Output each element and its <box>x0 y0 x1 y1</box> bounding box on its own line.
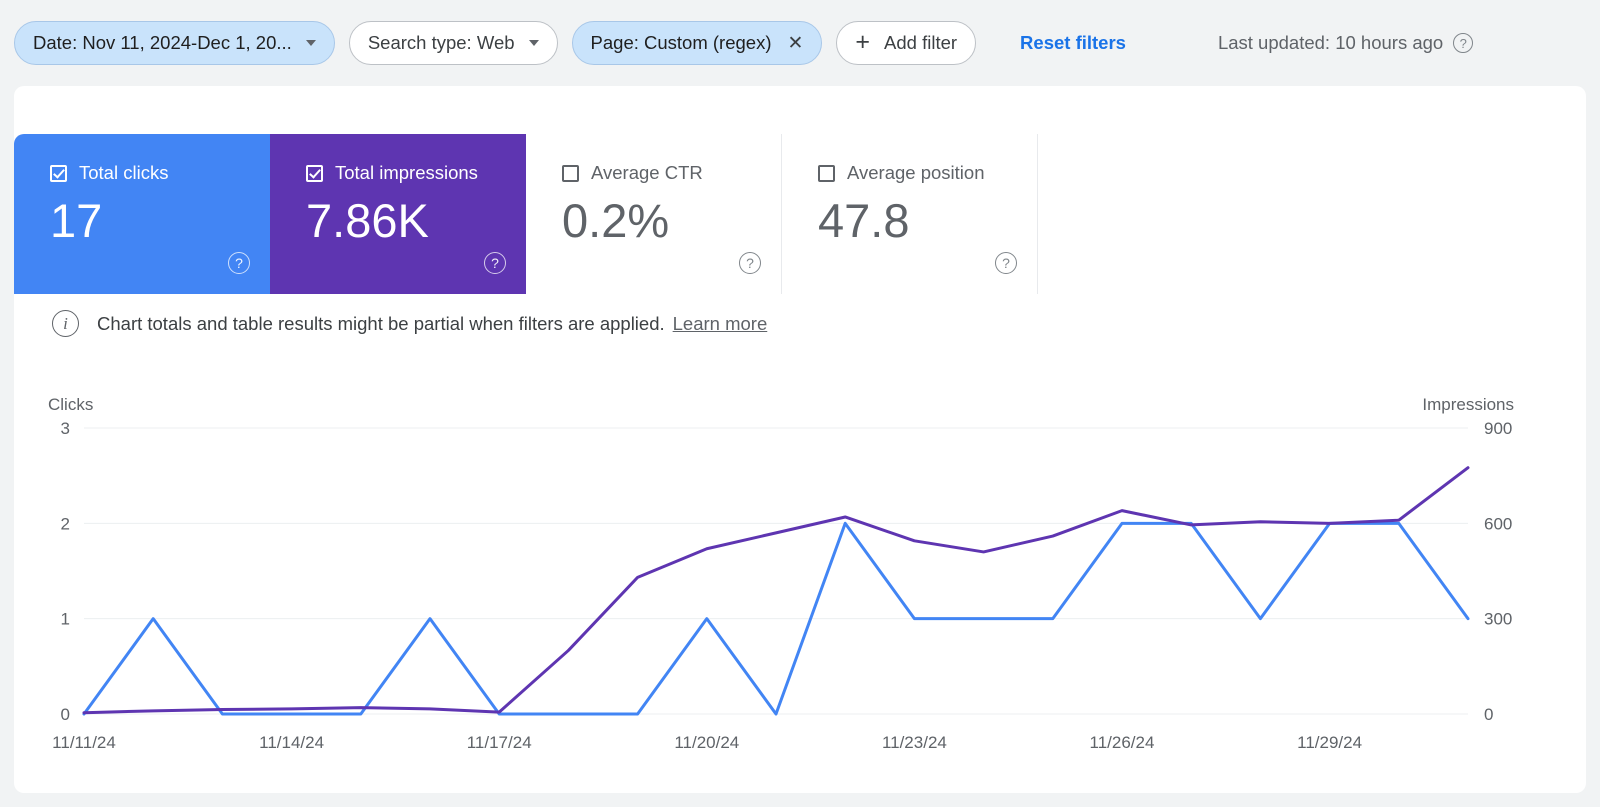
metric-card-total-clicks-head: Total clicks <box>50 162 270 183</box>
metric-cards: Total clicks 17 ? Total impressions 7.86… <box>14 134 1038 294</box>
last-updated: Last updated: 10 hours ago ? <box>1217 32 1474 54</box>
help-circle-icon[interactable]: ? <box>995 252 1017 274</box>
reset-filters-link[interactable]: Reset filters <box>1020 32 1126 54</box>
x-axis-tick-label: 11/20/24 <box>674 733 739 752</box>
performance-chart: Clicks Impressions 0 0 1 300 2 600 3 900 11/11/24 1… <box>14 386 1586 786</box>
filter-chip-search-type[interactable]: Search type: Web <box>348 21 558 65</box>
left-axis-tick-label: 0 <box>61 705 70 724</box>
search-console-performance-page: Date: Nov 11, 2024-Dec 1, 20... Search t… <box>0 0 1600 807</box>
x-axis-tick-label: 11/26/24 <box>1090 733 1155 752</box>
metric-card-average-position-value: 47.8 <box>818 193 910 247</box>
help-circle-icon[interactable]: ? <box>228 252 250 274</box>
x-axis-tick-label: 11/23/24 <box>882 733 947 752</box>
metric-card-total-impressions-label: Total impressions <box>335 162 478 183</box>
metric-card-average-ctr-head: Average CTR <box>562 162 781 183</box>
metric-card-average-ctr-label: Average CTR <box>591 162 703 183</box>
close-icon[interactable]: ✕ <box>788 34 804 53</box>
metric-card-total-impressions[interactable]: Total impressions 7.86K ? <box>270 134 526 294</box>
chevron-down-icon <box>528 40 539 46</box>
performance-card: Total clicks 17 ? Total impressions 7.86… <box>14 86 1586 793</box>
metric-card-total-clicks[interactable]: Total clicks 17 ? <box>14 134 270 294</box>
last-updated-label: Last updated: 10 hours ago <box>1217 32 1444 53</box>
filter-chip-search-type-label: Search type: Web <box>367 31 515 53</box>
right-axis-tick-label: 600 <box>1484 514 1512 533</box>
filter-chip-page-label: Page: Custom (regex) <box>590 31 772 53</box>
metric-card-average-ctr-value: 0.2% <box>562 193 670 247</box>
metric-card-total-impressions-value: 7.86K <box>306 193 429 247</box>
filter-chip-date-label: Date: Nov 11, 2024-Dec 1, 20... <box>33 31 292 53</box>
x-axis-tick-label: 11/14/24 <box>259 733 324 752</box>
x-axis-tick-label: 11/17/24 <box>467 733 532 752</box>
metric-card-average-position-head: Average position <box>818 162 1037 183</box>
checkbox-checked-icon[interactable] <box>306 164 323 182</box>
checkbox-checked-icon[interactable] <box>50 164 67 182</box>
help-circle-icon[interactable]: ? <box>484 252 506 274</box>
x-axis-tick-label: 11/11/24 <box>52 733 116 752</box>
performance-chart-svg[interactable]: Clicks Impressions 0 0 1 300 2 600 3 900 11/11/24 1… <box>14 386 1586 786</box>
right-axis-tick-label: 300 <box>1484 610 1512 629</box>
metric-card-average-position[interactable]: Average position 47.8 ? <box>782 134 1038 294</box>
checkbox-unchecked-icon[interactable] <box>562 164 579 182</box>
filter-toolbar: Date: Nov 11, 2024-Dec 1, 20... Search t… <box>0 0 1600 86</box>
right-axis-tick-label: 900 <box>1484 419 1512 438</box>
filter-chip-date[interactable]: Date: Nov 11, 2024-Dec 1, 20... <box>14 21 335 65</box>
metric-card-total-clicks-value: 17 <box>50 193 103 247</box>
learn-more-link[interactable]: Learn more <box>673 313 768 335</box>
chevron-down-icon <box>305 40 316 46</box>
help-circle-icon[interactable]: ? <box>739 252 761 274</box>
partial-results-banner-text: Chart totals and table results might be … <box>97 312 665 334</box>
add-filter-button[interactable]: + Add filter <box>836 21 977 65</box>
metric-card-average-position-label: Average position <box>847 162 985 183</box>
x-axis-tick-label: 11/29/24 <box>1297 733 1362 752</box>
info-icon: i <box>52 310 79 337</box>
help-circle-icon[interactable]: ? <box>1453 33 1474 53</box>
left-axis-tick-label: 3 <box>61 419 70 438</box>
metric-card-total-clicks-label: Total clicks <box>79 162 169 183</box>
left-axis-tick-label: 2 <box>61 514 70 533</box>
metric-card-average-ctr[interactable]: Average CTR 0.2% ? <box>526 134 782 294</box>
left-axis-title: Clicks <box>48 395 93 414</box>
checkbox-unchecked-icon[interactable] <box>818 164 835 182</box>
left-axis-tick-label: 1 <box>61 610 70 629</box>
chart-series-impressions[interactable] <box>82 466 1470 715</box>
add-filter-label: Add filter <box>884 31 958 53</box>
right-axis-tick-label: 0 <box>1484 705 1493 724</box>
metric-card-total-impressions-head: Total impressions <box>306 162 526 183</box>
plus-icon: + <box>855 27 871 56</box>
filter-chip-page[interactable]: Page: Custom (regex) ✕ <box>571 21 823 65</box>
right-axis-title: Impressions <box>1422 395 1514 414</box>
partial-results-banner: i Chart totals and table results might b… <box>52 310 767 337</box>
